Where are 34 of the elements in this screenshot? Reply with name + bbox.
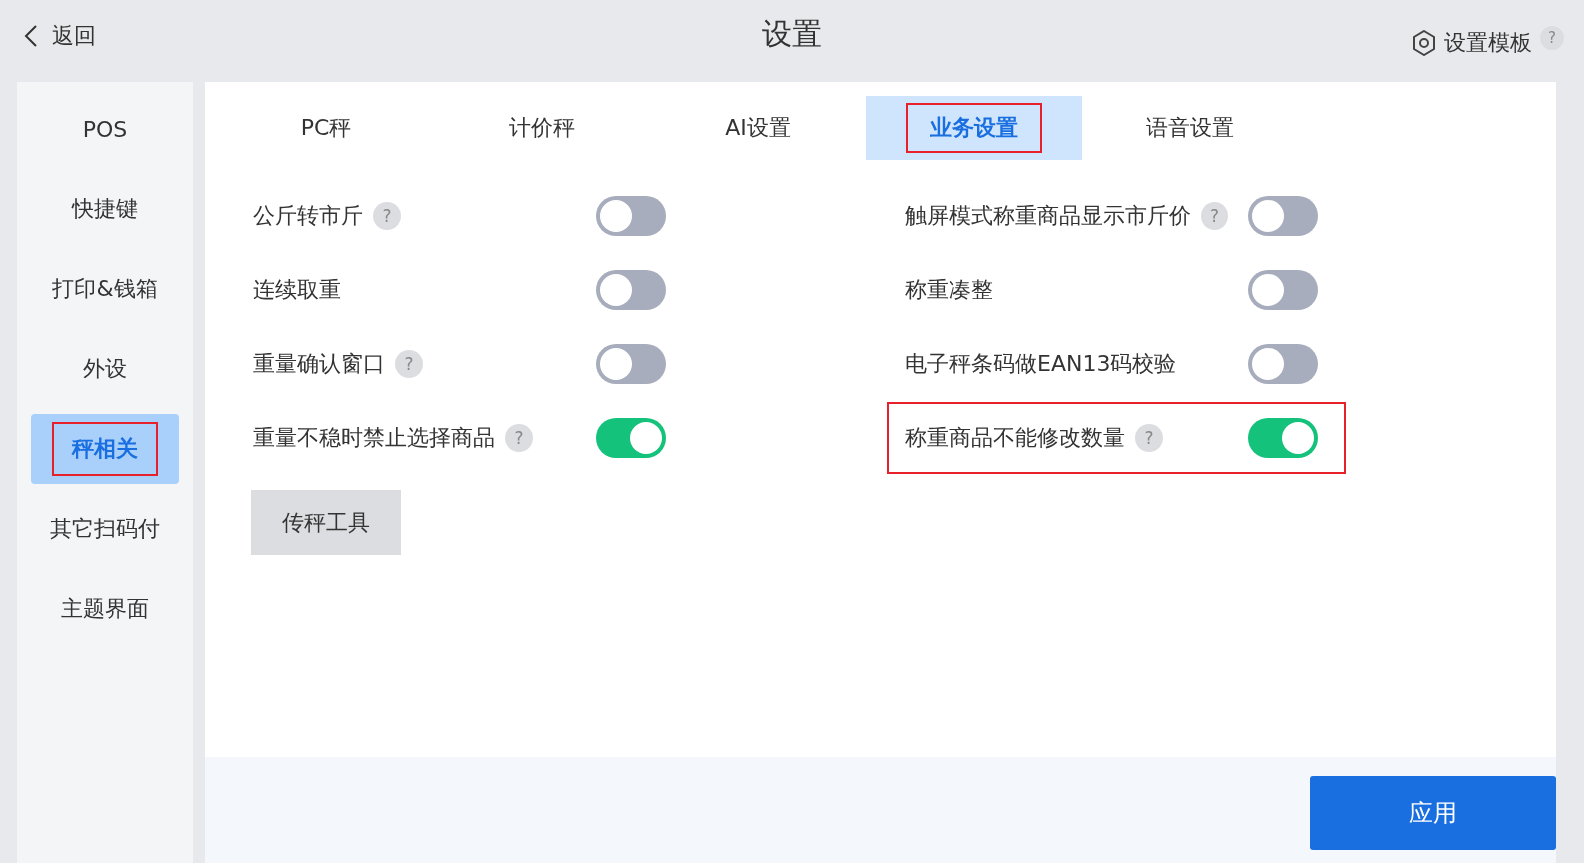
hexagon-settings-icon (1412, 30, 1436, 56)
setting-label: 电子秤条码做EAN13码校验 (905, 350, 1177, 378)
scale-tool-button[interactable]: 传秤工具 (251, 490, 401, 555)
chevron-left-icon (24, 24, 38, 48)
tab[interactable]: 语音设置 (1082, 96, 1298, 160)
toggle-switch[interactable] (1248, 418, 1318, 458)
toggle-switch[interactable] (596, 418, 666, 458)
page-title: 设置 (761, 15, 823, 53)
sidebar-item[interactable]: 快捷键 (31, 174, 179, 244)
setting-label: 重量不稳时禁止选择商品 (253, 424, 495, 452)
toggle-switch[interactable] (596, 270, 666, 310)
apply-button[interactable]: 应用 (1310, 776, 1556, 850)
setting-label: 连续取重 (253, 276, 341, 304)
setting-label: 重量确认窗口 (253, 350, 385, 378)
sidebar-item[interactable]: 主题界面 (31, 574, 179, 644)
setting-label: 公斤转市斤 (253, 202, 363, 230)
setting-label: 触屏模式称重商品显示市斤价 (905, 202, 1191, 230)
toggle-switch[interactable] (1248, 344, 1318, 384)
tab[interactable]: PC秤 (218, 96, 434, 160)
toggle-switch[interactable] (1248, 196, 1318, 236)
sidebar-item[interactable]: 其它扫码付 (31, 494, 179, 564)
toggle-switch[interactable] (596, 196, 666, 236)
setting-label: 称重凑整 (905, 276, 993, 304)
sidebar-item[interactable]: POS (31, 94, 179, 164)
sidebar-item[interactable]: 外设 (31, 334, 179, 404)
settings-template-link[interactable]: 设置模板 (1444, 28, 1532, 58)
setting-label: 称重商品不能修改数量 (905, 424, 1125, 452)
tab[interactable]: AI设置 (650, 96, 866, 160)
toggle-switch[interactable] (596, 344, 666, 384)
tab[interactable]: 业务设置 (866, 96, 1082, 160)
toggle-switch[interactable] (1248, 270, 1318, 310)
tab[interactable]: 计价秤 (434, 96, 650, 160)
back-button[interactable]: 返回 (20, 21, 100, 51)
sidebar-item[interactable]: 打印&钱箱 (31, 254, 179, 324)
